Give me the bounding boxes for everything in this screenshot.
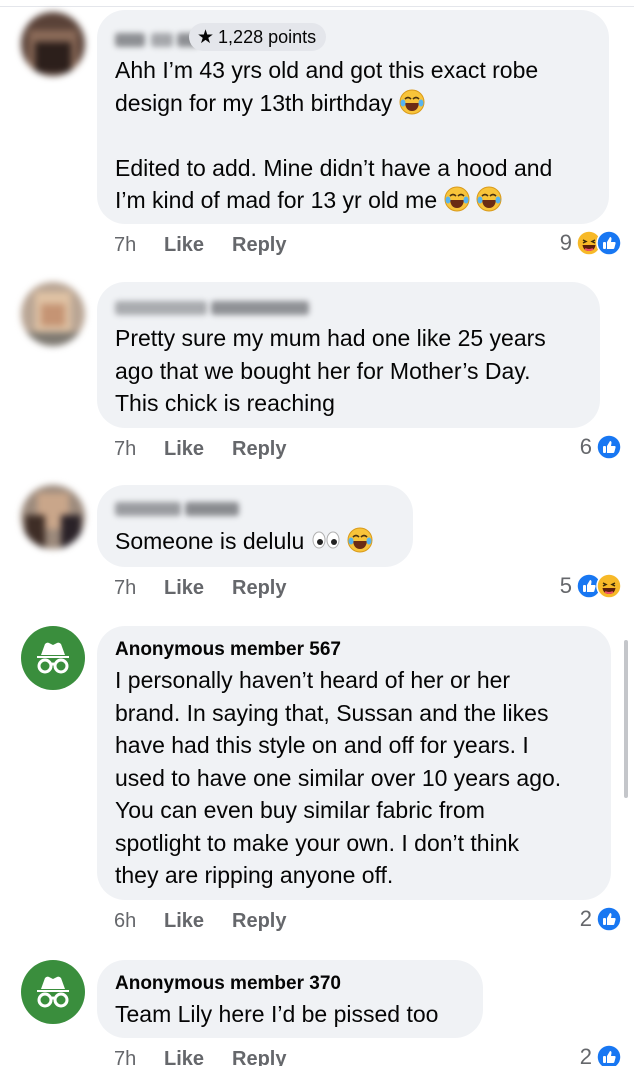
like-button[interactable]: Like [164, 234, 232, 257]
author-name[interactable] [115, 26, 199, 54]
laughing-emoji-icon [444, 186, 470, 212]
like-icon [596, 434, 622, 460]
reaction-count: 9 [559, 230, 572, 255]
like-icon [596, 906, 622, 932]
star-icon: ★ [197, 26, 215, 48]
like-icon [596, 230, 622, 256]
incognito-icon [37, 976, 69, 1008]
anonymous-avatar[interactable] [21, 626, 85, 690]
comment-bubble: Pretty sure my mum had one like 25 years… [97, 282, 600, 428]
viewport-edge [0, 1066, 634, 1072]
comment-bubble: Someone is delulu [97, 485, 413, 567]
author-name[interactable]: Anonymous member 370 [115, 970, 341, 998]
timestamp[interactable]: 7h [114, 234, 164, 257]
comment-text: I personally haven’t heard of her or her… [115, 667, 562, 888]
reply-button[interactable]: Reply [232, 438, 286, 461]
comment-actions: 7h Like Reply [114, 234, 286, 257]
comment-actions: 7h Like Reply [114, 577, 286, 600]
comment-bubble: ★ 1,228 points Ahh I’m 43 yrs old and go… [97, 10, 609, 224]
avatar[interactable] [21, 282, 85, 346]
divider [0, 6, 634, 7]
reaction-count: 2 [579, 906, 592, 931]
incognito-icon [37, 642, 69, 674]
comment-actions: 7h Like Reply [114, 438, 286, 461]
reaction-summary[interactable]: 5 [560, 573, 622, 599]
like-button[interactable]: Like [164, 577, 232, 600]
avatar[interactable] [21, 12, 85, 76]
like-button[interactable]: Like [164, 438, 232, 461]
eyes-emoji-icon [311, 527, 341, 553]
scrollbar[interactable] [624, 640, 628, 798]
reply-button[interactable]: Reply [232, 234, 286, 257]
avatar[interactable] [21, 485, 85, 549]
timestamp[interactable]: 6h [114, 910, 164, 933]
reaction-count: 6 [579, 434, 592, 459]
timestamp[interactable]: 7h [114, 438, 164, 461]
reply-button[interactable]: Reply [232, 910, 286, 933]
reply-button[interactable]: Reply [232, 577, 286, 600]
comment-text: Someone is delulu [115, 525, 373, 558]
comment-text: Pretty sure my mum had one like 25 years… [115, 325, 546, 416]
author-name[interactable] [115, 294, 309, 322]
anonymous-avatar[interactable] [21, 960, 85, 1024]
laughing-emoji-icon [347, 527, 373, 553]
author-name[interactable]: Anonymous member 567 [115, 636, 341, 664]
reaction-summary[interactable]: 2 [580, 906, 622, 932]
comment-text: Team Lily here I’d be pissed too [115, 1001, 439, 1027]
laughing-emoji-icon [476, 186, 502, 212]
reaction-summary[interactable]: 6 [580, 434, 622, 460]
laughing-emoji-icon [399, 89, 425, 115]
comment-bubble: Anonymous member 567 I personally haven’… [97, 626, 611, 900]
comment-bubble: Anonymous member 370 Team Lily here I’d … [97, 960, 483, 1038]
like-button[interactable]: Like [164, 910, 232, 933]
comment-actions: 6h Like Reply [114, 910, 286, 933]
reaction-count: 5 [559, 573, 572, 598]
comment-text: Ahh I’m 43 yrs old and got this exact ro… [115, 57, 553, 213]
author-name[interactable] [115, 495, 239, 523]
reaction-summary[interactable]: 9 [560, 230, 622, 256]
haha-icon [596, 573, 622, 599]
timestamp[interactable]: 7h [114, 577, 164, 600]
points-badge: ★ 1,228 points [189, 23, 327, 51]
